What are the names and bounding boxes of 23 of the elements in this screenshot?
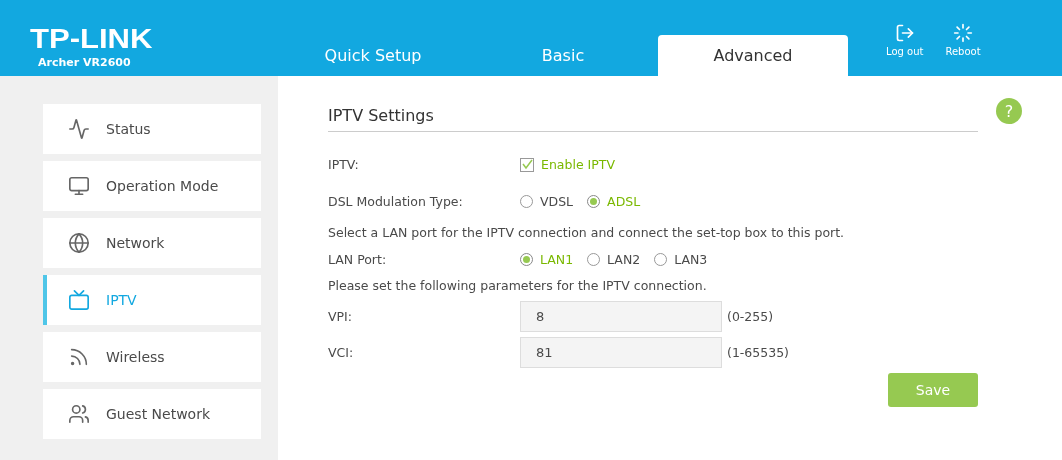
range-hint: (0-255) — [727, 308, 774, 324]
input-field[interactable]: 81 — [520, 336, 722, 368]
instruction-text: Select a LAN port for the IPTV connection and connect the set-top box to this port. — [328, 225, 845, 240]
range-hint: (1-65535) — [727, 344, 789, 360]
radio-option[interactable]: LAN3 — [654, 251, 708, 267]
sidebar-item[interactable]: Wireless — [43, 332, 261, 382]
sidebar-item[interactable]: Guest Network — [43, 389, 261, 439]
brand-logo: TP-LINK — [30, 26, 154, 53]
nav-tab[interactable]: Advanced — [658, 35, 848, 76]
instruction-text: Please set the following parameters for the IPTV connection. — [328, 278, 707, 293]
sidebar-item[interactable]: Status — [43, 104, 261, 154]
field-label: LAN Port: — [328, 251, 388, 267]
field-label: DSL Modulation Type: — [328, 194, 464, 209]
radio-option[interactable]: VDSL — [520, 194, 574, 209]
sidebar-item[interactable]: Network — [43, 218, 261, 268]
sidebar-item[interactable]: Operation Mode — [43, 161, 261, 211]
section-title: IPTV Settings — [328, 106, 978, 132]
field-label: IPTV: — [328, 157, 360, 172]
radio-option[interactable]: LAN2 — [587, 251, 641, 267]
field-label: VCI: — [328, 344, 355, 360]
model-name: Archer VR2600 — [38, 56, 132, 69]
input-field[interactable]: 8 — [520, 300, 722, 332]
field-label: VPI: — [328, 308, 353, 324]
